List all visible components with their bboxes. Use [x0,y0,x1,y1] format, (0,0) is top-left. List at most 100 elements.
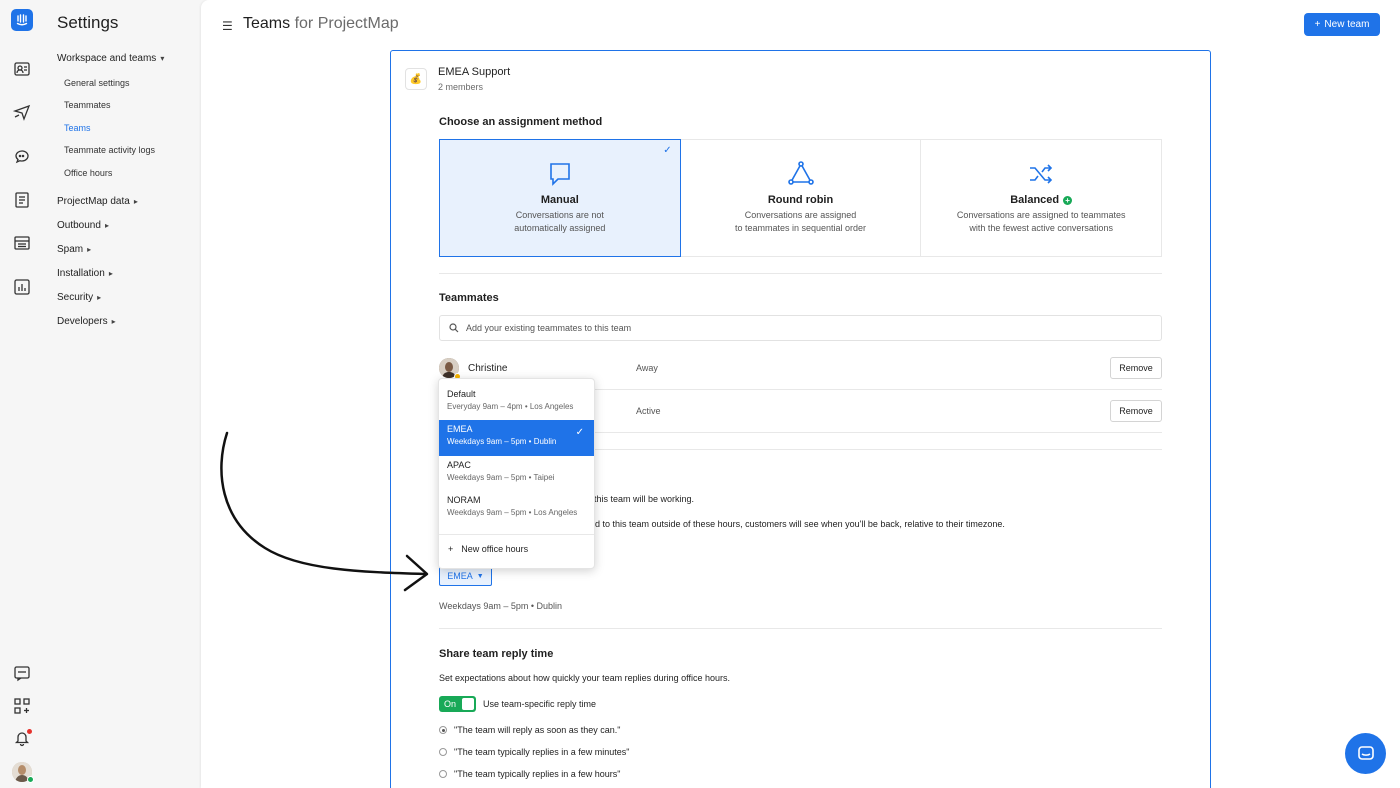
assignment-methods: ✓ Manual Conversations are not automatic… [439,139,1163,257]
sidebar-item-teammates[interactable]: Teammates [64,100,111,110]
chevron-right-icon: ▸ [97,293,102,302]
nav-group-workspace-and-teams[interactable]: Workspace and teams ▾ [57,53,164,64]
search-icon [449,323,459,333]
toggle-knob [462,698,474,710]
toggle-label: On [444,699,457,709]
main-panel: ☰ Teams for ProjectMap + New team 💰 EMEA… [201,0,1400,788]
articles-icon[interactable] [11,189,33,211]
chevron-down-icon: ▾ [160,54,165,63]
office-hours-select[interactable]: EMEA ▼ [439,566,492,586]
option-schedule: Everyday 9am – 4pm • Los Angeles [447,402,574,411]
assignment-method-title: Choose an assignment method [439,116,603,128]
radio-label: "The team typically replies in a few hou… [454,769,621,779]
hamburger-menu-icon[interactable]: ☰ [222,19,233,33]
option-schedule: Weekdays 9am – 5pm • Taipei [447,473,555,482]
office-hours-option-apac[interactable]: APAC Weekdays 9am – 5pm • Taipei [439,456,594,492]
notification-dot [27,729,32,734]
analytics-chart-icon[interactable] [11,276,33,298]
inbox-chat-icon[interactable] [11,145,33,167]
shuffle-icon [1030,164,1053,184]
app-logo-icon[interactable] [11,9,33,31]
option-name: APAC [447,460,471,470]
radio-label: "The team will reply as soon as they can… [454,725,621,735]
office-hours-option-noram[interactable]: NORAM Weekdays 9am – 5pm • Los Angeles [439,491,594,527]
page-title-main: Teams [243,15,291,32]
nav-group-label: Spam [57,244,84,255]
nav-group-label: Outbound [57,220,101,231]
reports-list-icon[interactable] [11,232,33,254]
teammate-search-input[interactable]: Add your existing teammates to this team [439,315,1162,341]
method-desc-line: with the fewest active conversations [969,223,1113,233]
remove-teammate-button[interactable]: Remove [1110,400,1162,422]
chevron-right-icon: ▸ [133,197,138,206]
method-description: Conversations are assigned to teammates … [735,209,866,235]
notifications-bell-icon[interactable] [11,727,33,749]
apps-grid-icon[interactable] [11,695,33,717]
sidebar-item-office-hours[interactable]: Office hours [64,168,112,178]
reply-time-option[interactable]: "The team typically replies in a few hou… [439,769,620,779]
office-hours-option-emea[interactable]: EMEA Weekdays 9am – 5pm • Dublin ✓ [439,420,594,456]
nav-group-developers[interactable]: Developers ▸ [57,316,116,327]
online-status-dot [27,776,34,783]
contacts-icon[interactable] [11,58,33,80]
method-name: Balanced + [1010,194,1073,206]
divider [439,273,1162,274]
office-hours-description: this team will be working. [594,494,695,504]
page-title: Teams for ProjectMap [243,15,399,33]
teammate-avatar [439,358,461,380]
sidebar-title: Settings [57,13,119,32]
new-office-hours-button[interactable]: + New office hours [448,544,528,554]
reply-time-toggle-text: Use team-specific reply time [483,699,597,709]
check-icon: ✓ [663,145,672,156]
sidebar-item-teammate-activity-logs[interactable]: Teammate activity logs [64,145,155,155]
messenger-launcher-button[interactable] [1345,733,1386,774]
reply-time-option[interactable]: "The team will reply as soon as they can… [439,725,620,735]
office-hours-dropdown: Default Everyday 9am – 4pm • Los Angeles… [438,378,595,569]
method-name-text: Balanced [1010,194,1060,206]
nav-group-spam[interactable]: Spam ▸ [57,244,91,255]
office-hours-selected-schedule: Weekdays 9am – 5pm • Dublin [439,601,563,611]
nav-group-label: Developers [57,316,108,327]
reply-time-description: Set expectations about how quickly your … [439,673,730,683]
sidebar-item-general-settings[interactable]: General settings [64,78,130,88]
radio-button[interactable] [439,748,447,756]
nav-group-installation[interactable]: Installation ▸ [57,268,113,279]
nav-group-label: Workspace and teams [57,53,157,64]
plus-icon: + [1314,19,1321,30]
icon-rail [0,0,44,788]
search-placeholder: Add your existing teammates to this team [466,323,632,333]
office-hours-option-default[interactable]: Default Everyday 9am – 4pm • Los Angeles [439,385,594,421]
method-round-robin-card[interactable]: Round robin Conversations are assigned t… [680,139,922,257]
divider [439,628,1162,629]
radio-button[interactable] [439,770,447,778]
method-balanced-card[interactable]: Balanced + Conversations are assigned to… [921,139,1163,257]
check-icon: ✓ [575,427,584,438]
chevron-right-icon: ▸ [104,221,109,230]
reply-time-option[interactable]: "The team typically replies in a few min… [439,747,629,757]
reply-time-toggle[interactable]: On [439,696,476,712]
nav-group-projectmap-data[interactable]: ProjectMap data ▸ [57,196,138,207]
new-team-button[interactable]: + New team [1304,13,1380,36]
nav-group-outbound[interactable]: Outbound ▸ [57,220,109,231]
chevron-right-icon: ▸ [87,245,92,254]
messenger-preview-icon[interactable] [11,662,33,684]
plus-icon: + [448,544,454,554]
remove-teammate-button[interactable]: Remove [1110,357,1162,379]
reply-time-title: Share team reply time [439,648,554,660]
team-name: EMEA Support [438,66,511,78]
nav-group-security[interactable]: Security ▸ [57,292,101,303]
method-manual-card[interactable]: ✓ Manual Conversations are not automatic… [439,139,681,257]
option-schedule: Weekdays 9am – 5pm • Dublin [447,437,557,446]
option-name: Default [447,389,476,399]
chat-icon [1357,745,1374,760]
new-team-label: New team [1324,19,1370,30]
teammates-title: Teammates [439,292,499,304]
radio-button[interactable] [439,726,447,734]
sidebar-item-teams[interactable]: Teams [64,123,91,133]
outbound-send-icon[interactable] [11,101,33,123]
method-desc-line: Conversations are assigned to teammates [956,210,1126,220]
money-bag-icon: 💰 [405,68,427,90]
team-member-count: 2 members [438,82,484,92]
triangle-nodes-icon [787,161,814,185]
option-name: EMEA [447,424,473,434]
